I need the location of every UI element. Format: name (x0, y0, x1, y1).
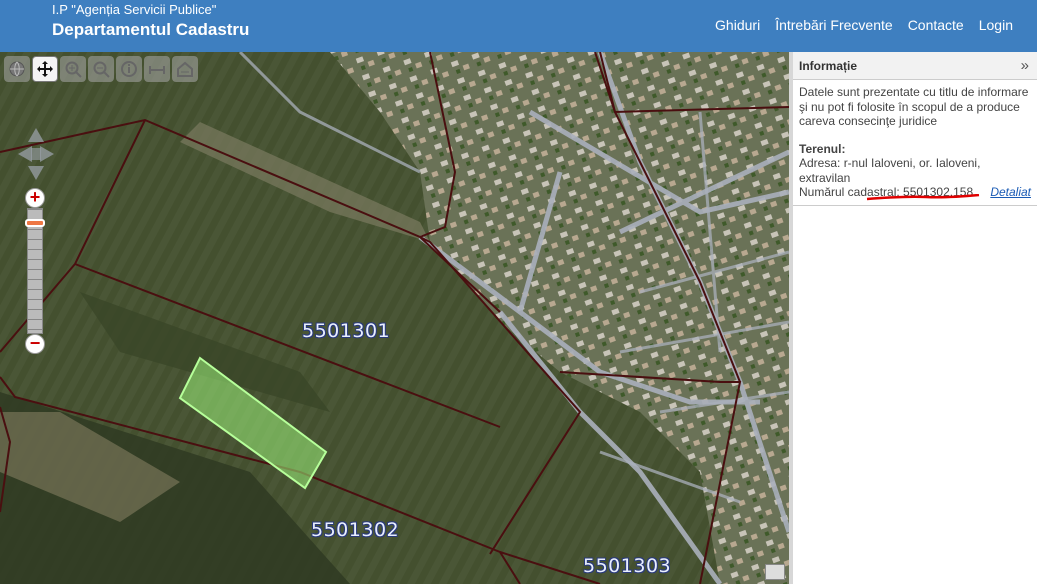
pan-up-icon (28, 128, 44, 142)
zoom-in-icon[interactable] (60, 56, 86, 82)
nav-ghiduri[interactable]: Ghiduri (715, 17, 760, 33)
zoom-in-button[interactable]: + (25, 188, 45, 208)
address-text: Adresa: r-nul Ialoveni, or. Ialoveni, ex… (799, 156, 981, 185)
panel-header: Informație » (793, 52, 1037, 80)
measure-icon[interactable] (144, 56, 170, 82)
nav-contacte[interactable]: Contacte (908, 17, 964, 33)
zoom-slider[interactable]: + − (25, 188, 45, 354)
satellite-map (0, 52, 789, 584)
globe-icon[interactable] (4, 56, 30, 82)
pan-right-icon (40, 146, 54, 162)
pan-left-icon (18, 146, 32, 162)
disclaimer-text: Datele sunt prezentate cu titlu de infor… (799, 85, 1029, 128)
info-panel: Informație » Datele sunt prezentate cu t… (789, 52, 1037, 584)
parcel-label-5501303: 5501303 (583, 555, 672, 577)
zoom-thumb[interactable] (25, 219, 45, 227)
panel-body: Datele sunt prezentate cu titlu de infor… (793, 80, 1037, 206)
zoom-out-button[interactable]: − (25, 334, 45, 354)
app-header: I.P "Agenția Servicii Publice" Departame… (0, 0, 1037, 52)
nav-intrebari-frecvente[interactable]: Întrebări Frecvente (775, 17, 893, 33)
zoom-out-icon[interactable] (88, 56, 114, 82)
home-icon[interactable] (172, 56, 198, 82)
map-viewport[interactable]: 5501301 5501302 5501303 + − (0, 52, 789, 584)
collapse-icon[interactable]: » (1021, 57, 1029, 74)
department-title[interactable]: Departamentul Cadastru (52, 20, 249, 40)
panel-title: Informație (799, 58, 858, 73)
map-toolbar (4, 56, 198, 82)
org-name: I.P "Agenția Servicii Publice" (52, 2, 217, 17)
parcel-label-5501301: 5501301 (302, 320, 391, 342)
nav-login[interactable]: Login (979, 17, 1013, 33)
section-title: Terenul: (799, 141, 846, 156)
red-underline-annotation (866, 194, 980, 201)
pan-control[interactable] (18, 128, 54, 185)
pan-icon[interactable] (32, 56, 58, 82)
overview-map-toggle[interactable] (765, 564, 785, 580)
detail-link[interactable]: Detaliat (990, 185, 1031, 200)
info-icon[interactable] (116, 56, 142, 82)
pan-down-icon (28, 166, 44, 180)
parcel-label-5501302: 5501302 (311, 519, 400, 541)
zoom-track[interactable] (25, 208, 45, 334)
top-nav: Ghiduri Întrebări Frecvente Contacte Log… (715, 17, 1013, 33)
